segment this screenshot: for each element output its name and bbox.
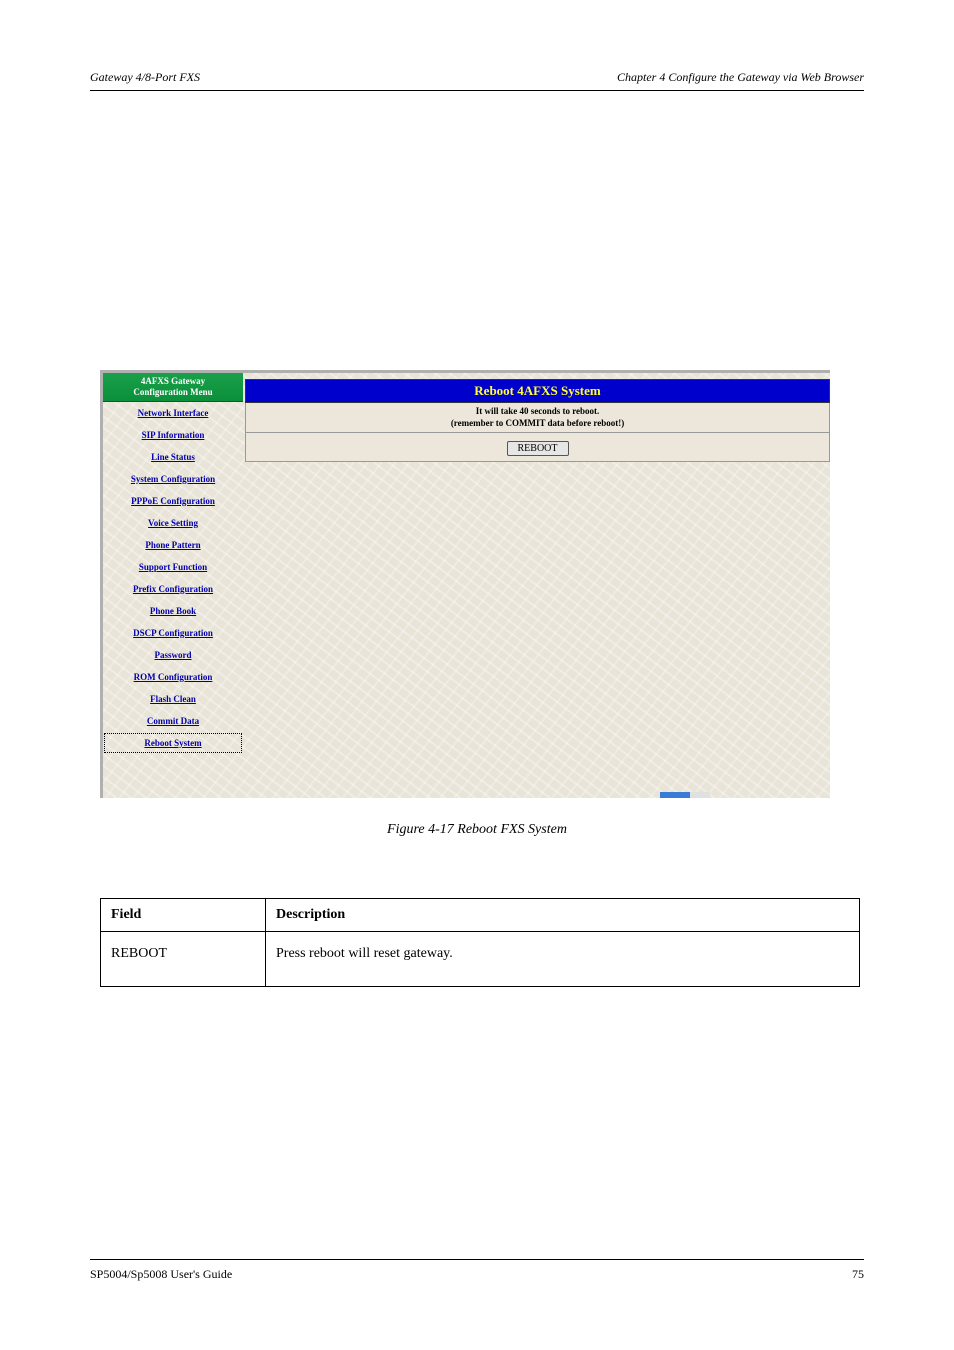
notice-line-2: (remember to COMMIT data before reboot!): [451, 418, 624, 428]
header-rule: [90, 90, 864, 91]
status-bar-progress: [660, 792, 710, 798]
sidebar-item-reboot-system[interactable]: Reboot System: [103, 732, 243, 754]
sidebar-item-flash-clean[interactable]: Flash Clean: [103, 688, 243, 710]
reboot-button-row: REBOOT: [245, 433, 830, 462]
footer-rule: [90, 1259, 864, 1260]
footer-left: SP5004/Sp5008 User's Guide: [90, 1267, 232, 1282]
table-row: REBOOT Press reboot will reset gateway.: [101, 932, 860, 987]
sidebar-item-dscp-config[interactable]: DSCP Configuration: [103, 622, 243, 644]
sidebar-item-commit-data[interactable]: Commit Data: [103, 710, 243, 732]
th-description: Description: [266, 899, 860, 932]
sidebar-item-pppoe-config[interactable]: PPPoE Configuration: [103, 490, 243, 512]
main-title: Reboot 4AFXS System: [245, 379, 830, 403]
notice-line-1: It will take 40 seconds to reboot.: [476, 406, 600, 416]
description-table: Field Description REBOOT Press reboot wi…: [100, 898, 860, 987]
figure-caption: Figure 4-17 Reboot FXS System: [0, 822, 954, 838]
sidebar-item-network-interface[interactable]: Network Interface: [103, 402, 243, 424]
reboot-notice: It will take 40 seconds to reboot. (reme…: [245, 403, 830, 433]
sidebar-item-system-config[interactable]: System Configuration: [103, 468, 243, 490]
sidebar-title-line2: Configuration Menu: [133, 387, 212, 397]
sidebar-item-support-function[interactable]: Support Function: [103, 556, 243, 578]
sidebar-item-sip-information[interactable]: SIP Information: [103, 424, 243, 446]
header-right: Chapter 4 Configure the Gateway via Web …: [617, 70, 864, 85]
screenshot-container: 4AFXS Gateway Configuration Menu Network…: [100, 370, 830, 798]
table-header-row: Field Description: [101, 899, 860, 932]
main-panel: Reboot 4AFXS System It will take 40 seco…: [243, 373, 830, 798]
sidebar-item-phone-book[interactable]: Phone Book: [103, 600, 243, 622]
sidebar-title-line1: 4AFXS Gateway: [141, 376, 205, 386]
sidebar: 4AFXS Gateway Configuration Menu Network…: [103, 373, 243, 798]
sidebar-item-line-status[interactable]: Line Status: [103, 446, 243, 468]
sidebar-item-voice-setting[interactable]: Voice Setting: [103, 512, 243, 534]
page: Gateway 4/8-Port FXS Chapter 4 Configure…: [0, 0, 954, 1350]
sidebar-item-password[interactable]: Password: [103, 644, 243, 666]
th-field: Field: [101, 899, 266, 932]
td-description: Press reboot will reset gateway.: [266, 932, 860, 987]
sidebar-title: 4AFXS Gateway Configuration Menu: [103, 373, 243, 402]
sidebar-item-rom-config[interactable]: ROM Configuration: [103, 666, 243, 688]
sidebar-item-phone-pattern[interactable]: Phone Pattern: [103, 534, 243, 556]
sidebar-item-prefix-config[interactable]: Prefix Configuration: [103, 578, 243, 600]
td-field: REBOOT: [101, 932, 266, 987]
reboot-button[interactable]: REBOOT: [507, 441, 569, 456]
header-left: Gateway 4/8-Port FXS: [90, 70, 200, 85]
footer-right: 75: [852, 1267, 864, 1282]
